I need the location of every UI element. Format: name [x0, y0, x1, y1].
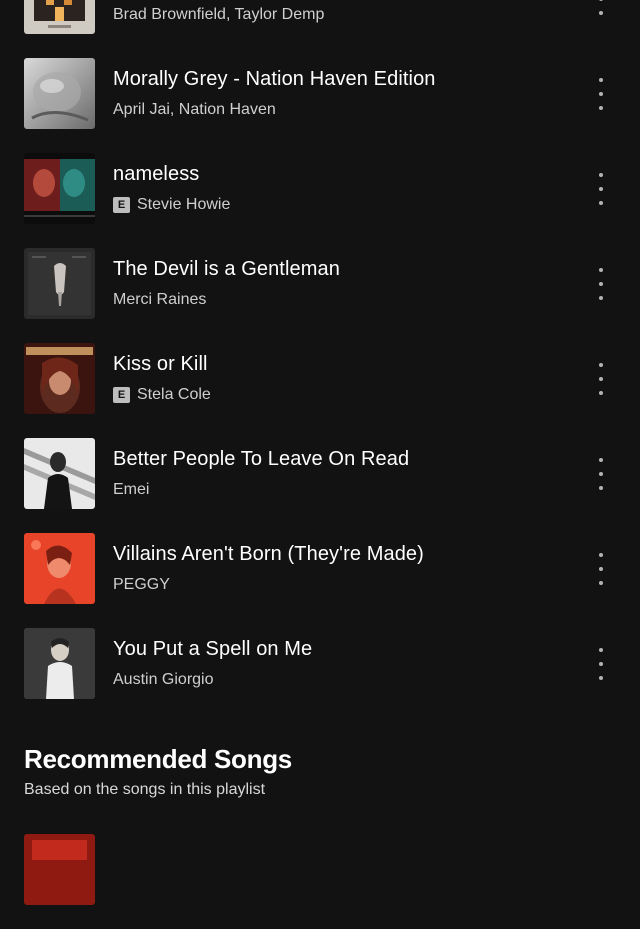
track-artist-line: April Jai, Nation Haven	[113, 101, 276, 119]
more-options-button[interactable]	[588, 363, 614, 395]
album-cover-spell-icon	[24, 628, 95, 699]
album-cover-emei-icon	[24, 438, 95, 509]
track-title: Kiss or Kill	[113, 353, 208, 375]
album-cover	[24, 248, 95, 319]
album-cover-devil-icon	[24, 248, 95, 319]
dot	[599, 472, 603, 476]
explicit-badge: E	[113, 387, 130, 403]
track-title: Villains Aren't Born (They're Made)	[113, 543, 424, 565]
dot	[599, 0, 603, 1]
more-options-button[interactable]	[588, 648, 614, 680]
track-title: You Put a Spell on Me	[113, 638, 313, 660]
dot	[599, 458, 603, 462]
track-artist[interactable]: Stela Cole	[137, 386, 211, 404]
track-artist-line: Brad Brownfield, Taylor Demp	[113, 6, 324, 24]
dot	[599, 581, 603, 585]
dot	[599, 11, 603, 15]
album-cover-kiss-or-kill-icon	[24, 343, 95, 414]
more-options-button[interactable]	[588, 78, 614, 110]
album-cover-grey-icon	[24, 58, 95, 129]
track-artist[interactable]: Emei	[113, 481, 149, 499]
dot	[599, 106, 603, 110]
dot	[599, 78, 603, 82]
dot	[599, 296, 603, 300]
track-artist[interactable]: Merci Raines	[113, 291, 206, 309]
dot	[599, 363, 603, 367]
explicit-badge: E	[113, 197, 130, 213]
track-artist-line: E Stela Cole	[113, 386, 211, 404]
album-cover	[24, 628, 95, 699]
album-cover	[24, 533, 95, 604]
album-cover	[24, 834, 95, 905]
track-artist-line: Emei	[113, 481, 149, 499]
track-title: The Devil is a Gentleman	[113, 258, 340, 280]
dot	[599, 173, 603, 177]
track-row[interactable]	[0, 834, 640, 929]
section-subtitle: Based on the songs in this playlist	[24, 781, 266, 798]
track-title: Better People To Leave On Read	[113, 448, 410, 470]
dot	[599, 662, 603, 666]
album-cover	[24, 153, 95, 224]
more-options-button[interactable]	[588, 553, 614, 585]
track-row[interactable]: Morally Grey - Nation Haven Edition Apri…	[0, 58, 640, 153]
track-artist[interactable]: Austin Giorgio	[113, 671, 214, 689]
track-artist-line: PEGGY	[113, 576, 170, 594]
track-artist[interactable]: PEGGY	[113, 576, 170, 594]
dot	[599, 391, 603, 395]
dot	[599, 187, 603, 191]
track-row[interactable]: The Devil is a Gentleman Merci Raines	[0, 248, 640, 343]
album-cover	[24, 58, 95, 129]
track-row[interactable]: Better People To Leave On Read Emei	[0, 438, 640, 533]
dot	[599, 567, 603, 571]
album-cover-red-icon	[24, 834, 95, 905]
dot	[599, 268, 603, 272]
dot	[599, 377, 603, 381]
track-artist-line: E Stevie Howie	[113, 196, 230, 214]
track-row[interactable]: nameless E Stevie Howie	[0, 153, 640, 248]
dot	[599, 92, 603, 96]
track-row[interactable]: You Put a Spell on Me Austin Giorgio	[0, 628, 640, 723]
album-cover	[24, 438, 95, 509]
more-options-button[interactable]	[588, 0, 614, 15]
track-row[interactable]: Villains Aren't Born (They're Made) PEGG…	[0, 533, 640, 628]
dot	[599, 553, 603, 557]
album-cover	[24, 343, 95, 414]
track-artist[interactable]: April Jai, Nation Haven	[113, 101, 276, 119]
track-artist[interactable]: Stevie Howie	[137, 196, 230, 214]
album-cover-house-icon	[24, 0, 95, 34]
track-title: Morally Grey - Nation Haven Edition	[113, 68, 436, 90]
track-title: nameless	[113, 163, 200, 185]
track-row[interactable]: Kiss or Kill E Stela Cole	[0, 343, 640, 438]
track-artist-line: Austin Giorgio	[113, 671, 214, 689]
section-title: Recommended Songs	[24, 744, 292, 774]
more-options-button[interactable]	[588, 173, 614, 205]
track-row[interactable]: Brad Brownfield, Taylor Demp	[0, 0, 640, 58]
dot	[599, 282, 603, 286]
dot	[599, 201, 603, 205]
dot	[599, 648, 603, 652]
track-artist-line: Merci Raines	[113, 291, 206, 309]
album-cover	[24, 0, 95, 34]
dot	[599, 486, 603, 490]
album-cover-nameless-icon	[24, 153, 95, 224]
album-cover-villains-icon	[24, 533, 95, 604]
more-options-button[interactable]	[588, 268, 614, 300]
more-options-button[interactable]	[588, 458, 614, 490]
dot	[599, 676, 603, 680]
track-artist[interactable]: Brad Brownfield, Taylor Demp	[113, 6, 324, 24]
